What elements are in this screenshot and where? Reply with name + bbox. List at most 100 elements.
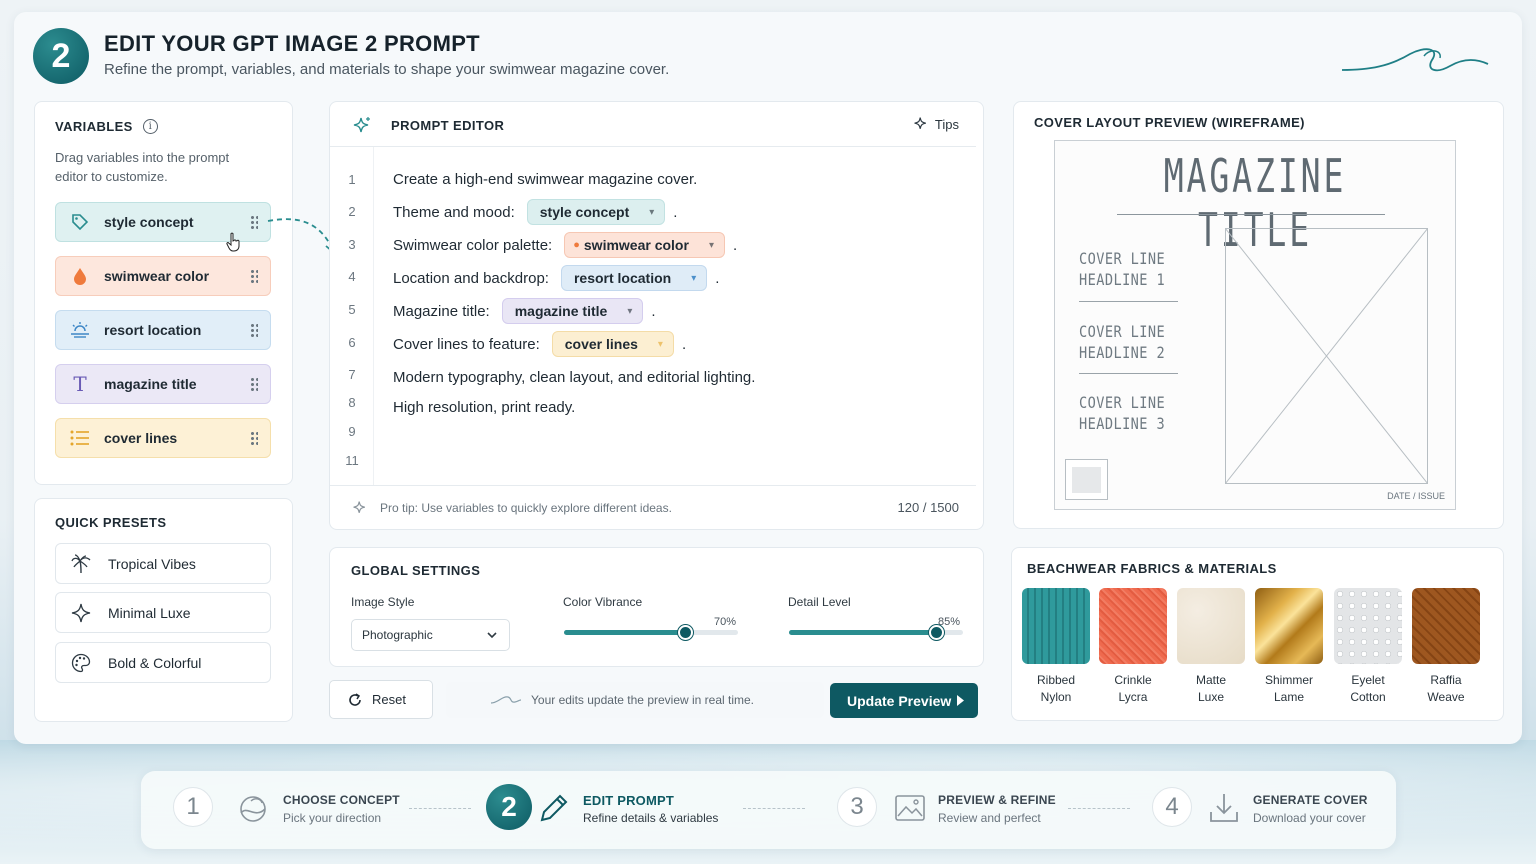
preset-tropical-vibes[interactable]: Tropical Vibes	[55, 543, 271, 584]
fabric-matte-luxe[interactable]	[1177, 588, 1245, 664]
image-style-select[interactable]: Photographic	[351, 619, 510, 651]
token-style-concept[interactable]: style concept ▾	[526, 199, 666, 225]
line-number: 8	[348, 395, 356, 410]
step-1-circle[interactable]: 1	[173, 787, 213, 827]
info-icon[interactable]: i	[142, 119, 158, 134]
prompt-line: Magazine title: magazine title ▾ .	[393, 298, 656, 324]
detail-level-slider[interactable]	[789, 625, 963, 640]
prompt-line: Cover lines to feature: cover lines ▾ .	[393, 331, 686, 357]
prompt-line: Swimwear color palette: ● swimwear color ▾…	[393, 232, 737, 258]
list-icon	[68, 430, 92, 446]
step-4-circle[interactable]: 4	[1152, 787, 1192, 827]
step-title: CHOOSE CONCEPT	[283, 793, 400, 807]
fabrics-title: BEACHWEAR FABRICS & MATERIALS	[1027, 561, 1277, 576]
color-vibrance-value: 70%	[714, 616, 737, 628]
fabric-label: Raffia Weave	[1427, 673, 1465, 704]
variable-label: resort location	[104, 322, 202, 338]
step-3-circle[interactable]: 3	[837, 787, 877, 827]
image-style-label: Image Style	[351, 595, 415, 609]
divider	[1079, 301, 1178, 302]
drag-handle-icon[interactable]	[250, 323, 258, 337]
tips-button[interactable]: Tips	[913, 116, 959, 132]
tag-icon	[68, 213, 92, 231]
step-title: GENERATE COVER	[1253, 793, 1368, 807]
quick-presets-panel: QUICK PRESETS Tropical Vibes Minimal Lux…	[34, 498, 293, 722]
image-icon	[895, 795, 925, 821]
step-title: EDIT PROMPT	[583, 793, 675, 808]
cover-preview-panel: COVER LAYOUT PREVIEW (WIREFRAME) MAGAZIN…	[1013, 101, 1504, 529]
slider-thumb[interactable]	[678, 625, 693, 640]
fabric-eyelet-cotton[interactable]	[1334, 588, 1402, 664]
prompt-line: Modern typography, clean layout, and edi…	[393, 369, 756, 386]
fabric-label: Matte Luxe	[1195, 673, 1226, 704]
fabric-ribbed-nylon[interactable]	[1022, 588, 1090, 664]
detail-level-label: Detail Level	[788, 595, 851, 609]
step-subtitle: Pick your direction	[283, 811, 382, 825]
editor-title: PROMPT EDITOR	[391, 118, 505, 133]
chevron-down-icon: ▾	[649, 206, 655, 218]
fabric-crinkle-lycra[interactable]	[1099, 588, 1167, 664]
drag-handle-icon[interactable]	[250, 431, 258, 445]
color-vibrance-slider[interactable]	[564, 625, 738, 640]
preset-bold-colorful[interactable]: Bold & Colorful	[55, 642, 271, 683]
presets-title: QUICK PRESETS	[55, 515, 167, 530]
fabric-label: Crinkle Lycra	[1114, 673, 1152, 704]
fabric-raffia-weave[interactable]	[1412, 588, 1480, 664]
sparkle-icon	[70, 603, 92, 623]
variable-label: magazine title	[104, 376, 197, 392]
prompt-text-area[interactable]: 1 2 3 4 5 6 7 8 9 11 Create a high-end s…	[330, 146, 976, 486]
variable-resort-location[interactable]: resort location	[55, 310, 271, 350]
prompt-line: Create a high-end swimwear magazine cove…	[393, 171, 698, 188]
variable-label: cover lines	[104, 430, 178, 446]
chevron-down-icon: ▾	[657, 338, 663, 350]
token-cover-lines[interactable]: cover lines ▾	[551, 331, 674, 357]
step-2-circle[interactable]: 2	[486, 784, 532, 830]
update-preview-button[interactable]: Update Preview	[830, 683, 978, 718]
chevron-down-icon	[487, 632, 497, 639]
fabric-label: Shimmer Lame	[1264, 673, 1313, 704]
global-settings-title: GLOBAL SETTINGS	[351, 563, 481, 578]
prompt-line: High resolution, print ready.	[393, 399, 576, 416]
color-vibrance-label: Color Vibrance	[563, 595, 643, 609]
drag-handle-icon[interactable]	[250, 215, 258, 229]
drag-handle-icon[interactable]	[250, 377, 258, 391]
wave-icon	[490, 696, 522, 704]
token-resort-location[interactable]: resort location ▾	[560, 265, 708, 291]
step-subtitle: Download your cover	[1253, 811, 1366, 825]
play-icon	[957, 695, 964, 706]
sparkle-icon	[352, 116, 372, 141]
text-icon: T	[73, 372, 87, 396]
chevron-down-icon: ▾	[708, 239, 714, 251]
slider-thumb[interactable]	[929, 625, 944, 640]
fabric-label: Eyelet Cotton	[1350, 673, 1386, 704]
fabric-label: Ribbed Nylon	[1036, 673, 1076, 704]
slider-fill	[789, 630, 937, 635]
variables-title: VARIABLES	[55, 119, 133, 134]
line-number: 7	[348, 367, 356, 382]
hand-cursor-icon	[226, 232, 240, 252]
preset-minimal-luxe[interactable]: Minimal Luxe	[55, 592, 271, 633]
step-subtitle: Refine details & variables	[583, 811, 719, 825]
variable-magazine-title[interactable]: T magazine title	[55, 364, 271, 404]
variable-label: swimwear color	[104, 268, 210, 284]
line-number: 5	[348, 302, 356, 317]
line-number: 3	[348, 237, 356, 252]
fabric-shimmer-lame[interactable]	[1255, 588, 1323, 664]
line-number: 4	[348, 269, 356, 284]
sunrise-icon	[68, 321, 92, 339]
preset-label: Bold & Colorful	[108, 654, 202, 671]
variables-description: Drag variables into the prompt editor to…	[55, 150, 230, 184]
drag-handle-icon[interactable]	[250, 269, 258, 283]
variable-cover-lines[interactable]: cover lines	[55, 418, 271, 458]
image-placeholder	[1225, 228, 1428, 484]
token-magazine-title[interactable]: magazine title ▾	[501, 298, 644, 324]
token-swimwear-color[interactable]: ● swimwear color ▾	[564, 232, 725, 258]
step-title: PREVIEW & REFINE	[938, 793, 1056, 807]
reset-button[interactable]: Reset	[329, 680, 433, 719]
variable-swimwear-color[interactable]: swimwear color	[55, 256, 271, 296]
palm-tree-icon	[70, 553, 92, 574]
line-number: 11	[345, 453, 359, 468]
step-subtitle: Review and perfect	[938, 811, 1041, 825]
global-settings-panel: GLOBAL SETTINGS Image Style Photographic…	[329, 547, 984, 667]
sparkle-icon	[352, 500, 368, 521]
